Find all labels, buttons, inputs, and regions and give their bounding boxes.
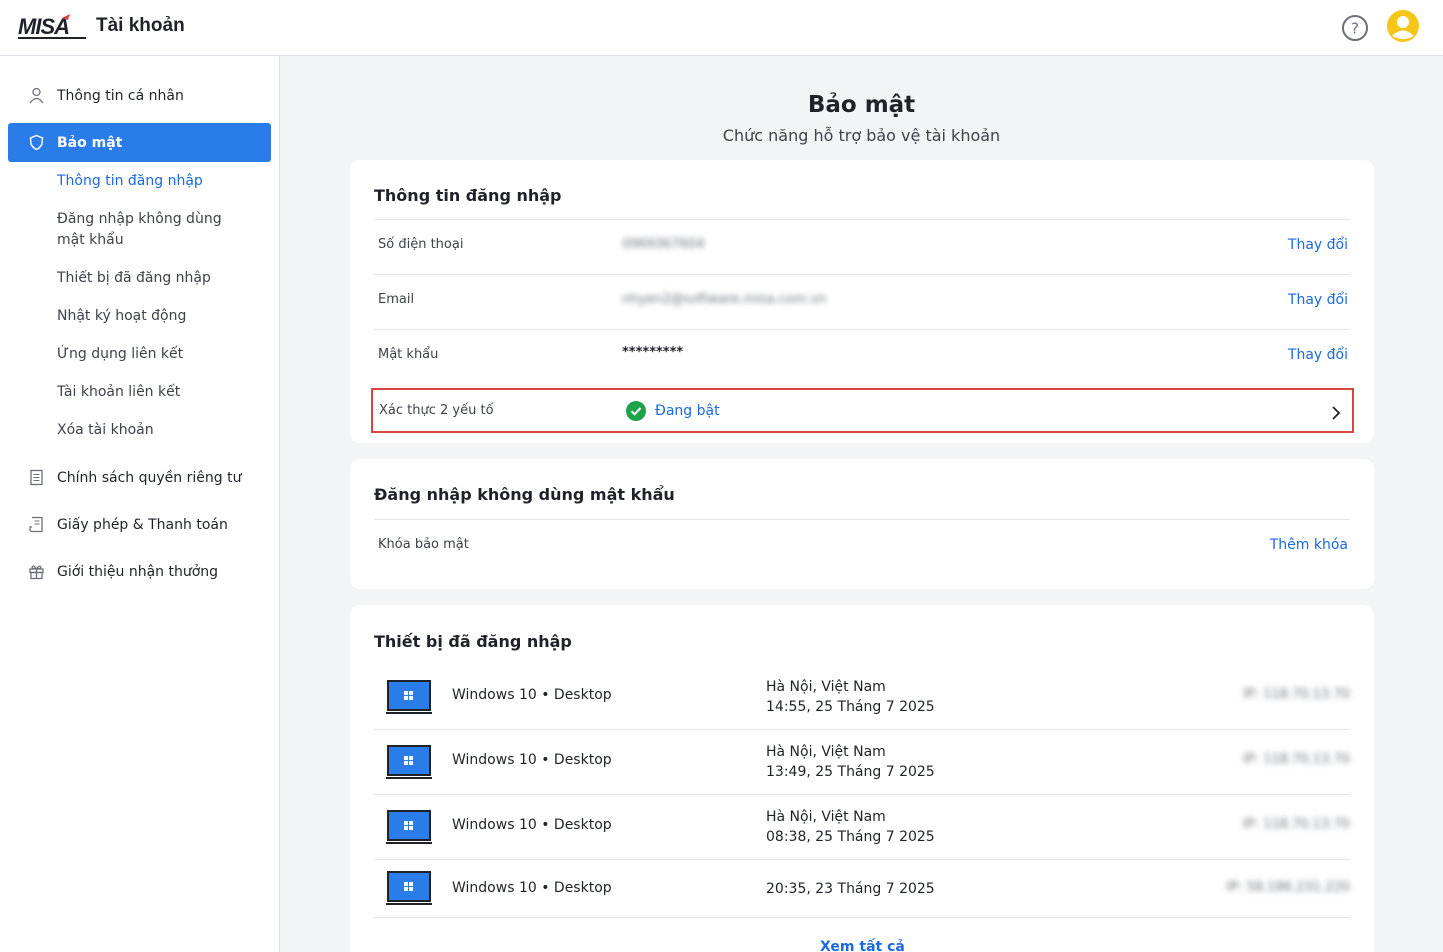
device-location: 20:35, 23 Tháng 7 2025 <box>766 881 935 897</box>
phone-value: 0969367604 <box>622 237 705 252</box>
laptop-icon <box>386 871 432 905</box>
device-location: Hà Nội, Việt Nam 14:55, 25 Tháng 7 2025 <box>766 679 935 715</box>
sidebar-item-label: Bảo mật <box>57 134 123 151</box>
sidebar-item-label: Giấy phép & Thanh toán <box>57 516 228 533</box>
user-icon <box>29 87 44 104</box>
top-header: MISA Tài khoản ? <box>0 0 1443 56</box>
add-key-link[interactable]: Thêm khóa <box>1270 537 1348 553</box>
device-row[interactable]: Windows 10 • Desktop Hà Nội, Việt Nam 08:… <box>374 795 1350 860</box>
device-os: Windows 10 • Desktop <box>452 880 612 896</box>
device-ip: IP: 58.186.231.220 <box>1226 880 1350 895</box>
svg-text:?: ? <box>1351 20 1359 38</box>
page-subtitle: Chức năng hỗ trợ bảo vệ tài khoản <box>722 126 1001 145</box>
row-label: Mật khẩu <box>378 347 439 362</box>
row-label: Khóa bảo mật <box>378 537 469 552</box>
device-ip: IP: 118.70.13.70 <box>1242 687 1350 702</box>
help-icon[interactable]: ? <box>1341 14 1369 42</box>
change-phone-link[interactable]: Thay đổi <box>1288 237 1348 253</box>
sidebar-item-privacy[interactable]: Chính sách quyền riêng tư <box>8 458 271 497</box>
document-icon <box>30 469 43 486</box>
laptop-icon <box>386 680 432 714</box>
avatar[interactable] <box>1386 9 1420 43</box>
security-key-row: Khóa bảo mật Thêm khóa <box>374 519 1350 574</box>
device-row[interactable]: Windows 10 • Desktop 20:35, 23 Tháng 7 2… <box>374 860 1350 918</box>
laptop-icon <box>386 810 432 844</box>
card-title: Thiết bị đã đăng nhập <box>374 632 572 651</box>
device-os: Windows 10 • Desktop <box>452 817 612 833</box>
device-os: Windows 10 • Desktop <box>452 752 612 768</box>
sidebar-item-security[interactable]: Bảo mật <box>8 123 271 162</box>
sidebar-subitem-linked-apps[interactable]: Ứng dụng liên kết <box>57 344 257 365</box>
login-info-card: Thông tin đăng nhập Số điện thoại 096936… <box>350 160 1374 443</box>
row-label: Email <box>378 292 415 307</box>
svg-text:MISA: MISA <box>18 14 69 39</box>
device-os: Windows 10 • Desktop <box>452 687 612 703</box>
passwordless-card: Đăng nhập không dùng mật khẩu Khóa bảo m… <box>350 459 1374 589</box>
laptop-icon <box>386 745 432 779</box>
sidebar-subitem-devices[interactable]: Thiết bị đã đăng nhập <box>57 268 257 289</box>
sidebar-item-label: Chính sách quyền riêng tư <box>57 469 242 486</box>
card-title: Thông tin đăng nhập <box>374 186 562 205</box>
sidebar-item-license[interactable]: Giấy phép & Thanh toán <box>8 505 271 544</box>
change-email-link[interactable]: Thay đổi <box>1288 292 1348 308</box>
device-location: Hà Nội, Việt Nam 08:38, 25 Tháng 7 2025 <box>766 809 935 845</box>
sidebar-item-label: Giới thiệu nhận thưởng <box>57 563 219 580</box>
sidebar-item-label: Thông tin cá nhân <box>57 87 184 104</box>
device-ip: IP: 118.70.13.70 <box>1242 817 1350 832</box>
sidebar-subitem-delete-account[interactable]: Xóa tài khoản <box>57 420 257 441</box>
gift-icon <box>29 565 44 580</box>
see-all-link[interactable]: Xem tất cả <box>820 939 905 952</box>
sidebar-subitem-activity-log[interactable]: Nhật ký hoạt động <box>57 306 257 327</box>
change-password-link[interactable]: Thay đổi <box>1288 347 1348 363</box>
device-location: Hà Nội, Việt Nam 13:49, 25 Tháng 7 2025 <box>766 744 935 780</box>
phone-row: Số điện thoại 0969367604 Thay đổi <box>374 219 1350 274</box>
sidebar-subitem-linked-accounts[interactable]: Tài khoản liên kết <box>57 382 257 403</box>
two-factor-row[interactable]: Xác thực 2 yếu tố Đang bật <box>371 388 1354 433</box>
email-value: nhyen2@software.misa.com.vn <box>622 292 827 307</box>
device-ip: IP: 118.70.13.70 <box>1242 752 1350 767</box>
shield-icon <box>29 134 44 151</box>
chevron-right-icon[interactable] <box>1330 405 1342 421</box>
devices-card: Thiết bị đã đăng nhập Windows 10 • Deskt… <box>350 605 1374 952</box>
sidebar-subitem-login-info[interactable]: Thông tin đăng nhập <box>57 171 257 192</box>
card-title: Đăng nhập không dùng mật khẩu <box>374 485 675 504</box>
password-value: ********* <box>622 345 684 360</box>
misa-logo[interactable]: MISA <box>18 14 88 42</box>
sidebar: Thông tin cá nhân Bảo mật Thông tin đăng… <box>0 56 280 952</box>
device-row[interactable]: Windows 10 • Desktop Hà Nội, Việt Nam 14:… <box>374 665 1350 730</box>
check-circle-icon <box>626 401 646 421</box>
email-row: Email nhyen2@software.misa.com.vn Thay đ… <box>374 274 1350 329</box>
app-title: Tài khoản <box>96 15 185 36</box>
two-factor-status: Đang bật <box>655 403 720 419</box>
page-title: Bảo mật <box>807 92 916 118</box>
sidebar-item-referral[interactable]: Giới thiệu nhận thưởng <box>8 552 271 591</box>
device-row[interactable]: Windows 10 • Desktop Hà Nội, Việt Nam 13:… <box>374 730 1350 795</box>
password-row: Mật khẩu ********* Thay đổi <box>374 329 1350 384</box>
sidebar-item-personal-info[interactable]: Thông tin cá nhân <box>8 76 271 115</box>
sidebar-subitem-passwordless[interactable]: Đăng nhập không dùng mật khẩu <box>57 209 247 251</box>
row-label: Số điện thoại <box>378 237 464 252</box>
receipt-icon <box>29 516 43 533</box>
row-label: Xác thực 2 yếu tố <box>379 403 494 418</box>
